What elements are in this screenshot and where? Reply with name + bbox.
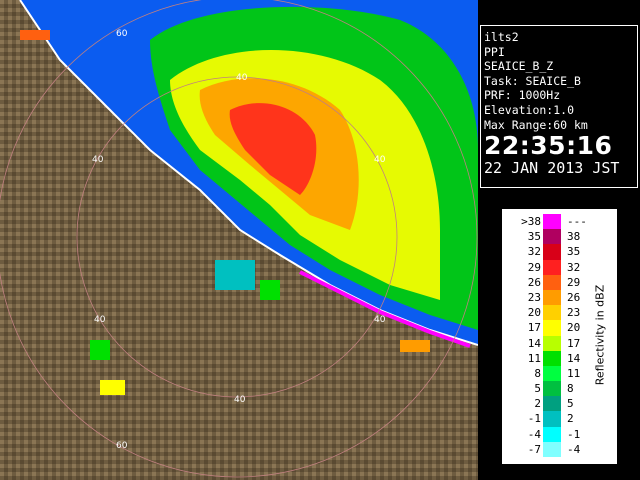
legend-color-swatch bbox=[543, 396, 561, 412]
radar-info-panel: ilts2 PPI SEAICE_B_Z Task: SEAICE_B PRF:… bbox=[480, 25, 638, 188]
reflectivity-legend: >38 --- 35 38 32 35 29 32 26 29 23 26 20 23 17 20 14 17 11… bbox=[502, 209, 617, 464]
legend-color-swatch bbox=[543, 320, 561, 336]
legend-lower-bound: 32 bbox=[527, 245, 541, 259]
legend-upper-bound: 26 bbox=[567, 290, 581, 304]
scan-date: 22 JAN 2013 JST bbox=[484, 159, 620, 178]
range-label: 40 bbox=[234, 395, 246, 405]
station-name: ilts2 bbox=[484, 30, 519, 44]
scan-time: 22:35:16 bbox=[484, 131, 613, 161]
legend-color-swatch bbox=[543, 350, 561, 366]
legend-upper-bound: 8 bbox=[567, 382, 574, 396]
legend-upper-bound: --- bbox=[567, 215, 587, 228]
legend-row: -1 2 bbox=[505, 411, 595, 427]
prf-value: PRF: 1000Hz bbox=[484, 88, 561, 103]
legend-lower-bound: 5 bbox=[534, 382, 541, 396]
legend-lower-bound: 2 bbox=[534, 397, 541, 411]
legend-color-swatch bbox=[543, 365, 561, 382]
range-label: 40 bbox=[374, 315, 386, 325]
legend-row: 26 29 bbox=[505, 274, 595, 290]
legend-upper-bound: 5 bbox=[567, 397, 574, 411]
legend-lower-bound: 26 bbox=[527, 275, 541, 289]
range-label: 60 bbox=[116, 29, 128, 39]
legend-upper-bound: 20 bbox=[567, 321, 581, 335]
legend-lower-bound: 20 bbox=[527, 306, 541, 320]
legend-color-swatch bbox=[543, 441, 561, 457]
product-name: SEAICE_B_Z bbox=[484, 59, 554, 74]
legend-upper-bound: 23 bbox=[567, 306, 581, 320]
legend-upper-bound: 14 bbox=[567, 351, 581, 365]
legend-row: 11 14 bbox=[505, 350, 595, 366]
legend-color-swatch bbox=[543, 289, 561, 306]
range-label: 40 bbox=[92, 155, 104, 165]
legend-row: 8 11 bbox=[505, 365, 595, 382]
scan-type: PPI bbox=[484, 44, 505, 59]
legend-upper-bound: 32 bbox=[567, 260, 581, 274]
legend-upper-bound: 29 bbox=[567, 275, 581, 289]
range-label: 40 bbox=[236, 73, 248, 83]
task-name: Task: SEAICE_B bbox=[484, 73, 581, 88]
legend-lower-bound: 11 bbox=[527, 351, 541, 365]
legend-upper-bound: 11 bbox=[567, 366, 581, 380]
legend-color-swatch bbox=[543, 305, 561, 321]
legend-color-swatch bbox=[543, 411, 561, 427]
legend-title: Reflectivity in dBZ bbox=[593, 284, 607, 386]
legend-lower-bound: -4 bbox=[527, 427, 541, 441]
legend-upper-bound: -1 bbox=[567, 427, 581, 441]
legend-upper-bound: 17 bbox=[567, 336, 581, 350]
legend-color-swatch bbox=[543, 274, 561, 290]
legend-row: 23 26 bbox=[505, 289, 595, 306]
legend-row: -7 -4 bbox=[505, 441, 595, 457]
legend-rows: >38 --- 35 38 32 35 29 32 26 29 23 26 20 23 17 20 14 17 11… bbox=[505, 214, 595, 457]
elevation-value: Elevation:1.0 bbox=[484, 102, 575, 117]
legend-color-swatch bbox=[543, 214, 561, 230]
legend-row: >38 --- bbox=[505, 214, 595, 230]
legend-color-swatch bbox=[543, 335, 561, 351]
legend-lower-bound: 29 bbox=[527, 260, 541, 274]
legend-row: 29 32 bbox=[505, 259, 595, 275]
legend-lower-bound: >38 bbox=[521, 215, 541, 228]
legend-lower-bound: 14 bbox=[527, 336, 541, 350]
legend-lower-bound: 17 bbox=[527, 321, 541, 335]
legend-row: 58 bbox=[505, 381, 595, 397]
legend-row: 32 35 bbox=[505, 244, 595, 260]
max-range-value: Max Range:60 km bbox=[484, 117, 588, 132]
legend-upper-bound: 35 bbox=[567, 245, 581, 259]
legend-upper-bound: 2 bbox=[567, 412, 574, 426]
legend-color-swatch bbox=[543, 244, 561, 260]
range-label: 60 bbox=[116, 441, 128, 451]
legend-upper-bound: -4 bbox=[567, 442, 581, 456]
legend-row: 20 23 bbox=[505, 305, 595, 321]
legend-upper-bound: 38 bbox=[567, 230, 581, 244]
legend-color-swatch bbox=[543, 426, 561, 442]
legend-row: -4 -1 bbox=[505, 426, 595, 442]
legend-color-swatch bbox=[543, 381, 561, 397]
legend-row: 17 20 bbox=[505, 320, 595, 336]
legend-lower-bound: 8 bbox=[534, 366, 541, 380]
legend-lower-bound: 23 bbox=[527, 290, 541, 304]
legend-row: 14 17 bbox=[505, 335, 595, 351]
range-label: 40 bbox=[94, 315, 106, 325]
legend-lower-bound: -7 bbox=[527, 442, 541, 456]
legend-row: 35 38 bbox=[505, 229, 595, 245]
range-label: 40 bbox=[374, 155, 386, 165]
legend-color-swatch bbox=[543, 259, 561, 275]
legend-row: 25 bbox=[505, 396, 595, 412]
legend-lower-bound: 35 bbox=[527, 230, 541, 244]
radar-ppi-display: 60 40 40 40 40 60 40 40 bbox=[0, 0, 478, 480]
legend-lower-bound: -1 bbox=[527, 412, 541, 426]
legend-color-swatch bbox=[543, 229, 561, 245]
